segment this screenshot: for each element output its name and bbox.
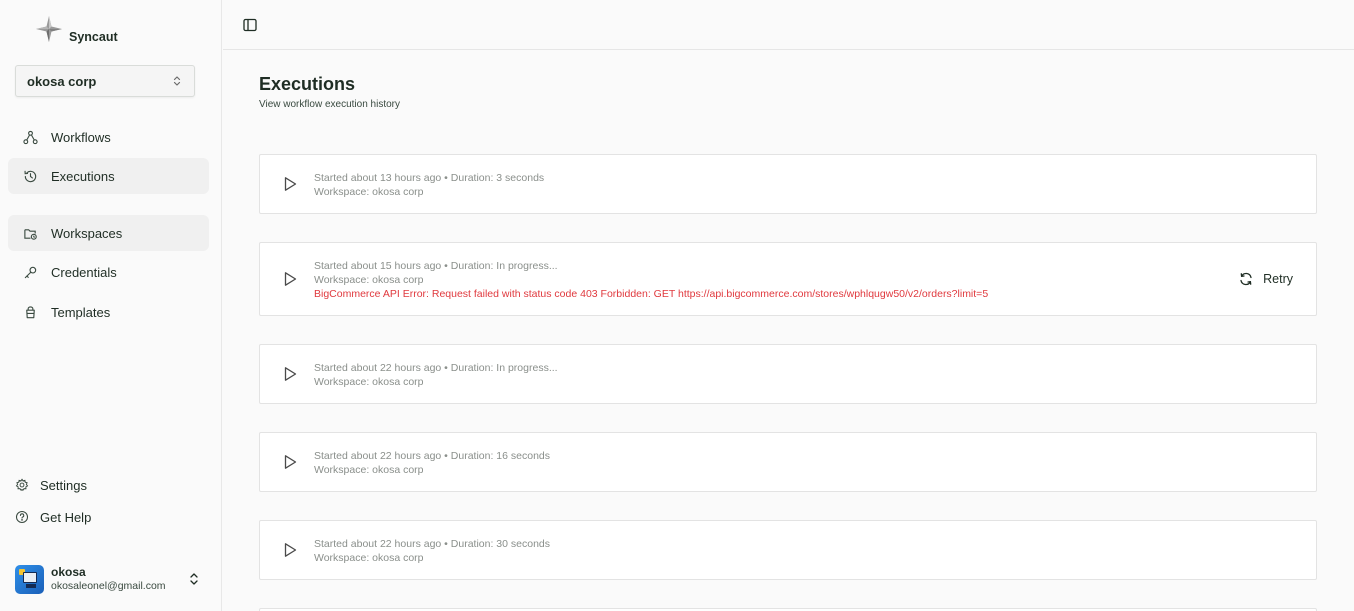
chevron-up-down-icon — [173, 76, 181, 86]
sidebar-item-label: Get Help — [40, 509, 92, 525]
brand[interactable]: Syncaut — [36, 16, 118, 44]
execution-meta: Started about 13 hours ago • Duration: 3… — [314, 172, 545, 184]
avatar — [15, 564, 44, 594]
play-icon[interactable] — [282, 176, 298, 192]
execution-workspace: Workspace: okosa corp — [314, 464, 424, 476]
execution-meta: Started about 22 hours ago • Duration: I… — [314, 362, 558, 374]
workflow-icon — [23, 130, 38, 144]
execution-workspace: Workspace: okosa corp — [314, 186, 424, 198]
sidebar-toggle-icon[interactable] — [243, 18, 257, 32]
execution-workspace: Workspace: okosa corp — [314, 552, 424, 564]
sidebar-item-label: Workflows — [51, 129, 111, 145]
execution-workspace: Workspace: okosa corp — [314, 274, 424, 286]
topbar — [223, 0, 1354, 50]
sidebar-item-workflows[interactable]: Workflows — [8, 119, 209, 155]
org-switcher[interactable]: okosa corp — [15, 65, 195, 97]
history-icon — [24, 170, 37, 182]
execution-card[interactable]: Started about 15 hours ago • Duration: I… — [259, 242, 1317, 316]
sidebar-item-label: Credentials — [51, 264, 117, 280]
user-menu[interactable]: okosa okosaleonel@gmail.com — [15, 563, 205, 595]
template-icon — [26, 305, 35, 318]
sidebar-item-settings[interactable]: Settings — [15, 474, 87, 496]
sidebar-item-label: Settings — [40, 477, 87, 493]
gear-icon — [15, 478, 29, 491]
execution-workspace: Workspace: okosa corp — [314, 376, 424, 388]
sidebar-item-credentials[interactable]: Credentials — [8, 254, 209, 290]
page-title: Executions — [259, 74, 356, 94]
execution-meta: Started about 22 hours ago • Duration: 1… — [314, 450, 550, 462]
execution-meta: Started about 15 hours ago • Duration: I… — [314, 260, 558, 272]
execution-error: BigCommerce API Error: Request failed wi… — [314, 288, 989, 300]
retry-label: Retry — [1263, 272, 1293, 286]
sidebar-item-label: Executions — [51, 168, 115, 184]
syncaut-logo-icon — [36, 16, 62, 42]
execution-card[interactable]: Started about 22 hours ago • Duration: 3… — [259, 520, 1317, 580]
user-email: okosaleonel@gmail.com — [51, 580, 166, 592]
play-icon[interactable] — [282, 542, 298, 558]
brand-name: Syncaut — [69, 30, 118, 44]
chevron-up-down-icon — [190, 573, 198, 585]
sidebar-item-get-help[interactable]: Get Help — [15, 506, 91, 528]
play-icon[interactable] — [282, 271, 298, 287]
retry-button[interactable]: Retry — [1239, 272, 1293, 286]
org-switcher-label: okosa corp — [27, 73, 97, 89]
execution-card[interactable]: Started about 13 hours ago • Duration: 3… — [259, 154, 1317, 214]
user-name: okosa — [51, 565, 86, 579]
sidebar-item-label: Templates — [51, 304, 111, 320]
help-icon — [15, 510, 29, 524]
sidebar: Syncaut okosa corp Workflows Executions … — [0, 0, 222, 611]
sidebar-item-label: Workspaces — [51, 225, 123, 241]
play-icon[interactable] — [282, 366, 298, 382]
play-icon[interactable] — [282, 454, 298, 470]
refresh-icon — [1240, 272, 1252, 286]
sidebar-item-workspaces[interactable]: Workspaces — [8, 215, 209, 251]
workspace-icon — [24, 228, 37, 240]
key-icon — [24, 266, 37, 278]
execution-card[interactable]: Started about 22 hours ago • Duration: I… — [259, 344, 1317, 404]
page-subtitle: View workflow execution history — [259, 99, 400, 110]
execution-meta: Started about 22 hours ago • Duration: 3… — [314, 538, 550, 550]
sidebar-item-templates[interactable]: Templates — [8, 294, 209, 330]
sidebar-item-executions[interactable]: Executions — [8, 158, 209, 194]
execution-card[interactable]: Started about 22 hours ago • Duration: 1… — [259, 432, 1317, 492]
